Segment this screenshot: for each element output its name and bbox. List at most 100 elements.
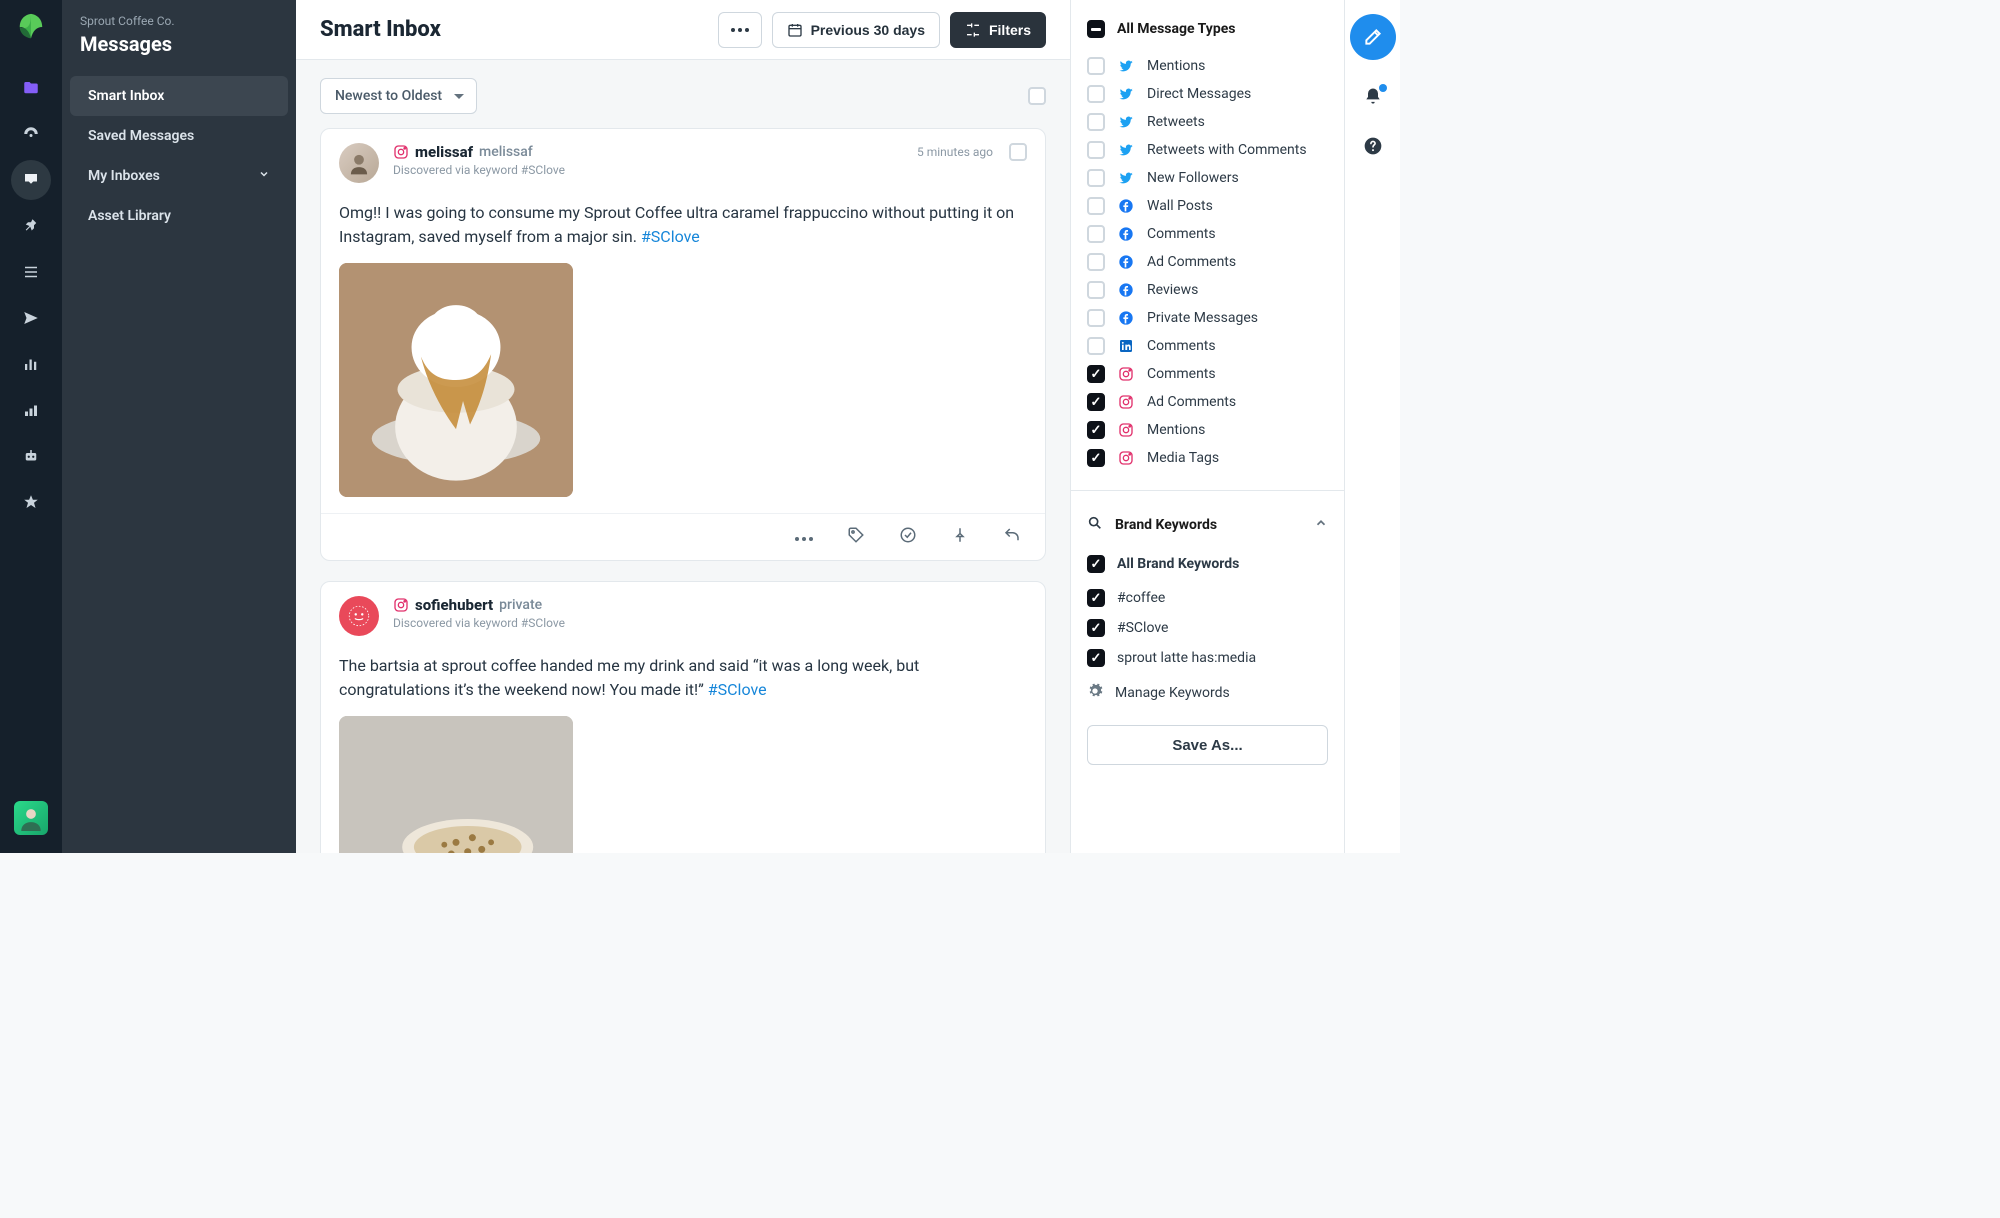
filter-type-row[interactable]: Comments bbox=[1087, 332, 1328, 360]
all-types-checkbox[interactable] bbox=[1087, 20, 1105, 38]
checkbox[interactable] bbox=[1087, 281, 1105, 299]
user-avatar[interactable] bbox=[14, 801, 48, 835]
checkbox[interactable] bbox=[1087, 649, 1105, 667]
page-title: Smart Inbox bbox=[320, 17, 708, 42]
nav-inbox-icon[interactable] bbox=[11, 160, 51, 200]
nav-dashboard-icon[interactable] bbox=[11, 114, 51, 154]
save-as-button[interactable]: Save As... bbox=[1087, 725, 1328, 765]
filter-type-label: Retweets with Comments bbox=[1147, 142, 1307, 158]
brand-keyword-label: All Brand Keywords bbox=[1117, 556, 1239, 572]
checkbox[interactable] bbox=[1087, 197, 1105, 215]
author-avatar[interactable] bbox=[339, 143, 379, 183]
manage-keywords[interactable]: Manage Keywords bbox=[1087, 677, 1328, 709]
filter-header[interactable]: All Message Types bbox=[1087, 14, 1328, 48]
tag-icon[interactable] bbox=[847, 526, 865, 548]
more-icon[interactable] bbox=[795, 526, 813, 548]
brand-keyword-row[interactable]: sprout latte has:media bbox=[1087, 643, 1328, 673]
author-handle: private bbox=[499, 597, 542, 613]
message-image[interactable] bbox=[339, 263, 573, 497]
filter-type-row[interactable]: Retweets bbox=[1087, 108, 1328, 136]
more-button[interactable] bbox=[718, 12, 762, 48]
filter-type-row[interactable]: Retweets with Comments bbox=[1087, 136, 1328, 164]
checkbox[interactable] bbox=[1087, 253, 1105, 271]
message-actions bbox=[321, 513, 1045, 560]
ig-icon bbox=[1117, 422, 1135, 438]
org-label: Sprout Coffee Co. bbox=[62, 14, 296, 28]
instagram-icon bbox=[393, 144, 409, 160]
checkbox[interactable] bbox=[1087, 225, 1105, 243]
sort-select[interactable]: Newest to Oldest bbox=[320, 78, 477, 114]
filter-type-row[interactable]: New Followers bbox=[1087, 164, 1328, 192]
help-icon[interactable] bbox=[1363, 136, 1383, 160]
fb-icon bbox=[1117, 226, 1135, 242]
author-name[interactable]: sofiehubert bbox=[415, 596, 493, 614]
checkbox[interactable] bbox=[1087, 393, 1105, 411]
filter-type-label: Reviews bbox=[1147, 282, 1198, 298]
checkbox[interactable] bbox=[1087, 365, 1105, 383]
complete-icon[interactable] bbox=[899, 526, 917, 548]
sidebar-item-smart-inbox[interactable]: Smart Inbox bbox=[70, 76, 288, 116]
checkbox[interactable] bbox=[1087, 589, 1105, 607]
checkbox[interactable] bbox=[1087, 85, 1105, 103]
nav-analytics-icon[interactable] bbox=[11, 390, 51, 430]
sidebar-item-label: My Inboxes bbox=[88, 168, 160, 184]
nav-feed-icon[interactable] bbox=[11, 252, 51, 292]
filter-type-row[interactable]: Reviews bbox=[1087, 276, 1328, 304]
checkbox[interactable] bbox=[1087, 169, 1105, 187]
compose-button[interactable] bbox=[1350, 14, 1396, 60]
checkbox[interactable] bbox=[1087, 113, 1105, 131]
notifications-icon[interactable] bbox=[1363, 86, 1383, 110]
filter-type-row[interactable]: Ad Comments bbox=[1087, 248, 1328, 276]
message-checkbox[interactable] bbox=[1009, 143, 1027, 161]
brand-keyword-label: #coffee bbox=[1117, 590, 1165, 606]
author-avatar[interactable] bbox=[339, 596, 379, 636]
nav-publish-icon[interactable] bbox=[11, 298, 51, 338]
brand-keywords-header[interactable]: Brand Keywords bbox=[1087, 509, 1328, 545]
checkbox[interactable] bbox=[1087, 449, 1105, 467]
nav-bot-icon[interactable] bbox=[11, 436, 51, 476]
filter-type-row[interactable]: Comments bbox=[1087, 220, 1328, 248]
date-range-label: Previous 30 days bbox=[811, 22, 925, 38]
author-name[interactable]: melissaf bbox=[415, 143, 473, 161]
brand-keyword-row[interactable]: #SClove bbox=[1087, 613, 1328, 643]
nav-folder-icon[interactable] bbox=[11, 68, 51, 108]
sidebar-item-label: Saved Messages bbox=[88, 128, 194, 144]
brand-keyword-all[interactable]: All Brand Keywords bbox=[1087, 549, 1328, 579]
sort-label: Newest to Oldest bbox=[335, 88, 442, 104]
filter-type-row[interactable]: Mentions bbox=[1087, 416, 1328, 444]
sidebar-item-my-inboxes[interactable]: My Inboxes bbox=[70, 156, 288, 196]
message-image[interactable] bbox=[339, 716, 573, 853]
checkbox[interactable] bbox=[1087, 309, 1105, 327]
tw-icon bbox=[1117, 114, 1135, 130]
filter-type-row[interactable]: Private Messages bbox=[1087, 304, 1328, 332]
fb-icon bbox=[1117, 282, 1135, 298]
checkbox[interactable] bbox=[1087, 421, 1105, 439]
nav-reports-icon[interactable] bbox=[11, 344, 51, 384]
checkbox[interactable] bbox=[1087, 57, 1105, 75]
hashtag[interactable]: #SClove bbox=[641, 227, 700, 246]
reply-icon[interactable] bbox=[1003, 526, 1021, 548]
checkbox[interactable] bbox=[1087, 337, 1105, 355]
checkbox[interactable] bbox=[1087, 619, 1105, 637]
filter-type-row[interactable]: Comments bbox=[1087, 360, 1328, 388]
filters-button[interactable]: Filters bbox=[950, 12, 1046, 48]
sidebar-item-saved-messages[interactable]: Saved Messages bbox=[70, 116, 288, 156]
filter-type-row[interactable]: Ad Comments bbox=[1087, 388, 1328, 416]
sidebar: Sprout Coffee Co. Messages Smart Inbox S… bbox=[62, 0, 296, 853]
checkbox[interactable] bbox=[1087, 141, 1105, 159]
checkbox[interactable] bbox=[1087, 555, 1105, 573]
date-range-button[interactable]: Previous 30 days bbox=[772, 12, 940, 48]
select-all-checkbox[interactable] bbox=[1028, 87, 1046, 105]
filter-type-row[interactable]: Wall Posts bbox=[1087, 192, 1328, 220]
filter-type-row[interactable]: Media Tags bbox=[1087, 444, 1328, 472]
filter-type-row[interactable]: Direct Messages bbox=[1087, 80, 1328, 108]
hashtag[interactable]: #SClove bbox=[708, 680, 767, 699]
sidebar-item-asset-library[interactable]: Asset Library bbox=[70, 196, 288, 236]
brand-keyword-row[interactable]: #coffee bbox=[1087, 583, 1328, 613]
filter-type-row[interactable]: Mentions bbox=[1087, 52, 1328, 80]
nav-star-icon[interactable] bbox=[11, 482, 51, 522]
nav-pin-icon[interactable] bbox=[11, 206, 51, 246]
pin-icon[interactable] bbox=[951, 526, 969, 548]
main-column: Smart Inbox Previous 30 days Filters New… bbox=[296, 0, 1070, 853]
filters-label: Filters bbox=[989, 22, 1031, 38]
